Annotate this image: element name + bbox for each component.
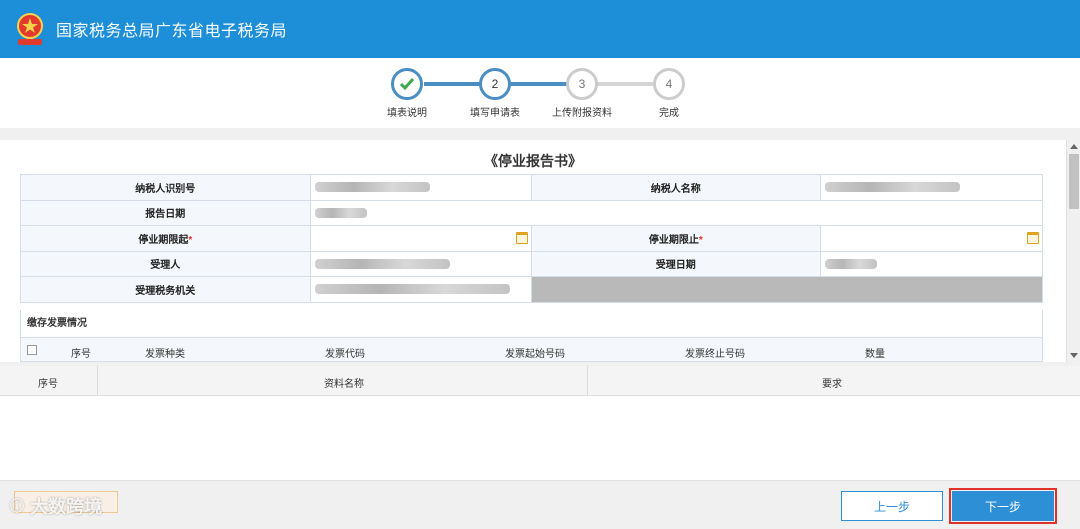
col-header: 发票终止号码 <box>685 349 745 360</box>
report-form-table: 纳税人识别号 纳税人名称 报告日期 停业期限起* 停业期限止* 受理人 受理日期… <box>20 174 1044 303</box>
vertical-scrollbar[interactable] <box>1066 140 1080 362</box>
disabled-area <box>530 276 1044 303</box>
invoice-section-title: 缴存发票情况 <box>20 310 1043 337</box>
top-header: 国家税务总局广东省电子税务局 <box>0 0 1080 58</box>
report-date-field[interactable] <box>309 199 1044 226</box>
col-header: 发票起始号码 <box>505 349 565 360</box>
step-4: 4 完成 <box>629 68 709 119</box>
attachments-header: 序号 资料名称 要求 <box>0 366 1080 396</box>
step-progress: 填表说明 2 填写申请表 3 上传附报资料 4 完成 <box>0 58 1080 128</box>
col-header: 发票种类 <box>145 349 185 360</box>
scroll-thumb[interactable] <box>1069 154 1079 209</box>
step-3: 3 上传附报资料 <box>542 68 622 119</box>
site-title: 国家税务总局广东省电子税务局 <box>56 23 288 40</box>
step-2: 2 填写申请表 <box>455 68 535 119</box>
taxpayer-name-field[interactable] <box>820 174 1043 201</box>
check-icon <box>391 68 423 100</box>
invoice-table-header: 序号 发票种类 发票代码 发票起始号码 发票终止号码 数量 <box>20 337 1043 362</box>
next-step-button[interactable]: 下一步 <box>949 488 1057 524</box>
report-date-label: 报告日期 <box>20 199 311 226</box>
footer-bar: ⓘ 大数跨境 上一步 下一步 <box>0 480 1080 529</box>
suspend-end-label: 停业期限止* <box>530 225 822 252</box>
taxpayer-name-label: 纳税人名称 <box>530 174 822 201</box>
suspend-start-input[interactable] <box>309 225 532 252</box>
taxpayer-id-label: 纳税人识别号 <box>20 174 311 201</box>
suspend-start-label: 停业期限起* <box>20 225 311 252</box>
step-number: 4 <box>653 68 685 100</box>
select-all-checkbox[interactable] <box>27 345 37 355</box>
acceptor-field <box>309 250 532 277</box>
step-label: 填写申请表 <box>470 108 520 119</box>
col-header: 序号 <box>38 379 58 390</box>
step-label: 上传附报资料 <box>552 108 612 119</box>
attachments-table: 序号 资料名称 要求 <box>0 366 1080 480</box>
scroll-up-icon[interactable] <box>1070 144 1078 149</box>
step-1: 填表说明 <box>367 68 447 119</box>
calendar-icon[interactable] <box>1027 232 1039 244</box>
scroll-down-icon[interactable] <box>1070 353 1078 358</box>
taxpayer-id-field[interactable] <box>309 174 532 201</box>
col-header: 资料名称 <box>324 379 364 390</box>
step-number: 2 <box>479 68 511 100</box>
accept-date-field <box>820 250 1043 277</box>
col-header: 数量 <box>865 349 885 360</box>
step-label: 完成 <box>659 108 679 119</box>
suspend-end-input[interactable] <box>820 225 1043 252</box>
col-header: 序号 <box>71 349 91 360</box>
tax-office-label: 受理税务机关 <box>20 276 311 303</box>
accept-date-label: 受理日期 <box>530 250 822 277</box>
watermark-text: 大数跨境 <box>30 497 102 517</box>
step-number: 3 <box>566 68 598 100</box>
document-title: 《停业报告书》 <box>484 153 582 169</box>
step-label: 填表说明 <box>387 108 427 119</box>
previous-step-button[interactable]: 上一步 <box>841 491 943 521</box>
tax-office-field <box>309 276 532 303</box>
acceptor-label: 受理人 <box>20 250 311 277</box>
tax-emblem-icon <box>12 11 48 47</box>
form-panel: 《停业报告书》 纳税人识别号 纳税人名称 报告日期 停业期限起* 停业期限止* … <box>0 140 1066 362</box>
calendar-icon[interactable] <box>515 232 528 244</box>
col-header: 要求 <box>822 379 842 390</box>
watermark: ⓘ 大数跨境 <box>10 493 102 519</box>
watermark-logo-icon: ⓘ <box>10 498 24 514</box>
col-header: 发票代码 <box>325 349 365 360</box>
